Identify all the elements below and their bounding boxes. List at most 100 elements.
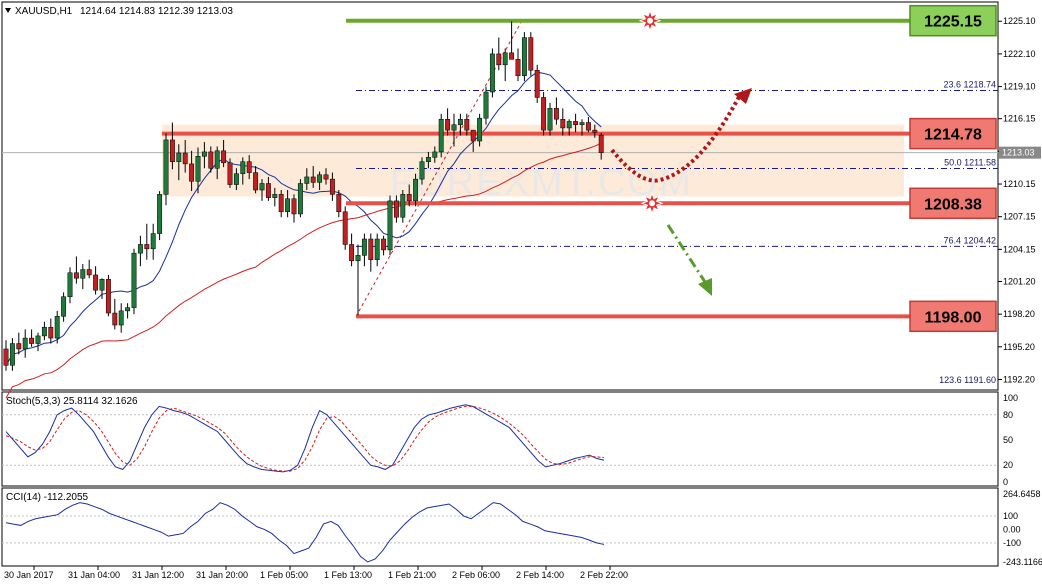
candle-body [125,307,131,312]
x-tick-label: 1 Feb 13:00 [324,570,372,580]
stoch-tick-label: 100 [1003,393,1018,403]
fib-label: 76.4 1204.42 [943,235,996,245]
y-tick-label: 1204.15 [1003,244,1036,254]
candle-body [86,269,92,276]
candle-body [29,337,35,344]
candle-body [534,69,540,98]
candle-body [259,183,265,191]
stoch-tick-label: 80 [1003,410,1013,420]
candle-body [368,238,374,260]
cci-tick-label: 0.00 [1003,524,1021,534]
candle-body [573,121,579,125]
candle-body [54,316,60,339]
candle-body [445,118,451,131]
candle-body [214,150,220,169]
candle-body [419,161,425,180]
y-tick-label: 1198.20 [1003,309,1035,319]
candle-body [157,194,163,234]
symbol-label: XAUUSD,H1 [15,6,73,17]
candle-body [150,233,156,250]
candle-body [592,129,598,133]
x-tick-label: 1 Feb 05:00 [260,570,308,580]
level-badge: 1198.00 [909,300,997,333]
candle-body [227,162,233,185]
candle-body [451,124,457,131]
price-axis: 1225.101222.101219.101216.151213.151210.… [998,16,1041,384]
cci-tick-label: 100 [1003,511,1018,521]
candle-body [598,134,604,153]
burst-icon-center [649,200,655,207]
candle-body [240,161,246,174]
candle-body [509,52,515,60]
candle-body [393,200,399,218]
stoch-tick-label: 50 [1003,435,1013,445]
candle-body [560,118,566,129]
candle-body [169,139,175,162]
candle-body [489,53,495,93]
stoch-tick-label: 0 [1003,477,1008,487]
candle-body [336,194,342,213]
candle-body [579,122,585,125]
stoch-panel [1,391,999,487]
ohlc-readout: 1214.64 1214.83 1212.39 1213.03 [80,6,233,17]
y-tick-label: 1216.15 [1003,114,1036,124]
stoch-label: Stoch(5,3,3) 25.8114 32.1626 [6,396,138,407]
candle-body [541,97,547,131]
candle-body [432,151,438,158]
cci-tick-label: -243.1166 [1003,557,1042,567]
cci-tick-label: 264.6458 [1003,489,1041,499]
candle-body [3,348,9,366]
candle-body [342,211,348,245]
candle-body [80,269,86,279]
y-tick-label: 1222.10 [1003,49,1036,59]
candle-body [310,176,316,183]
candle-body [201,151,207,157]
y-tick-label: 1225.10 [1003,16,1036,26]
cci-label: CCI(14) -112.2055 [6,492,89,503]
candle-body [464,118,470,131]
candle-body [457,118,463,125]
candle-body [105,279,111,314]
x-tick-label: 31 Jan 20:00 [196,570,248,580]
candle-body [585,122,591,131]
candle-body [387,200,393,251]
candle-body [547,108,553,131]
candle-body [16,343,22,350]
current-price-value: 1213.03 [1002,148,1035,158]
candle-body [297,183,303,215]
candle-body [304,176,310,184]
candle-body [195,156,201,182]
candle-body [48,326,54,339]
candle-body [246,161,252,173]
y-tick-label: 1201.20 [1003,276,1036,286]
candle-body [163,139,169,195]
candle-body [137,244,143,254]
candle-body [221,150,227,164]
y-tick-label: 1207.15 [1003,212,1036,222]
candle-body [470,129,476,142]
x-tick-label: 31 Jan 12:00 [132,570,184,580]
candle-body [349,244,355,262]
candle-body [35,335,41,344]
candle-body [93,274,99,291]
candle-body [73,272,79,279]
candle-body [438,118,444,153]
level-badge: 1225.15 [909,4,997,37]
time-axis: 30 Jan 2017 31 Jan 04:00 31 Jan 12:00 31 Ja… [4,566,628,580]
candle-body [528,37,534,71]
fib-label: 23.6 1218.74 [943,79,996,89]
level-badge-value: 1198.00 [925,309,982,326]
level-badge-value: 1225.15 [924,14,982,31]
x-tick-label: 31 Jan 04:00 [68,570,120,580]
stoch-tick-label: 20 [1003,460,1013,470]
candle-body [413,178,419,202]
x-tick-label: 2 Feb 14:00 [516,570,564,580]
candle-body [61,296,67,317]
candle-body [118,310,124,326]
candle-body [515,59,521,76]
candle-body [502,52,508,66]
candle-body [317,174,323,183]
candle-body [233,173,239,185]
candle-body [400,194,406,218]
candle-body [323,174,329,180]
